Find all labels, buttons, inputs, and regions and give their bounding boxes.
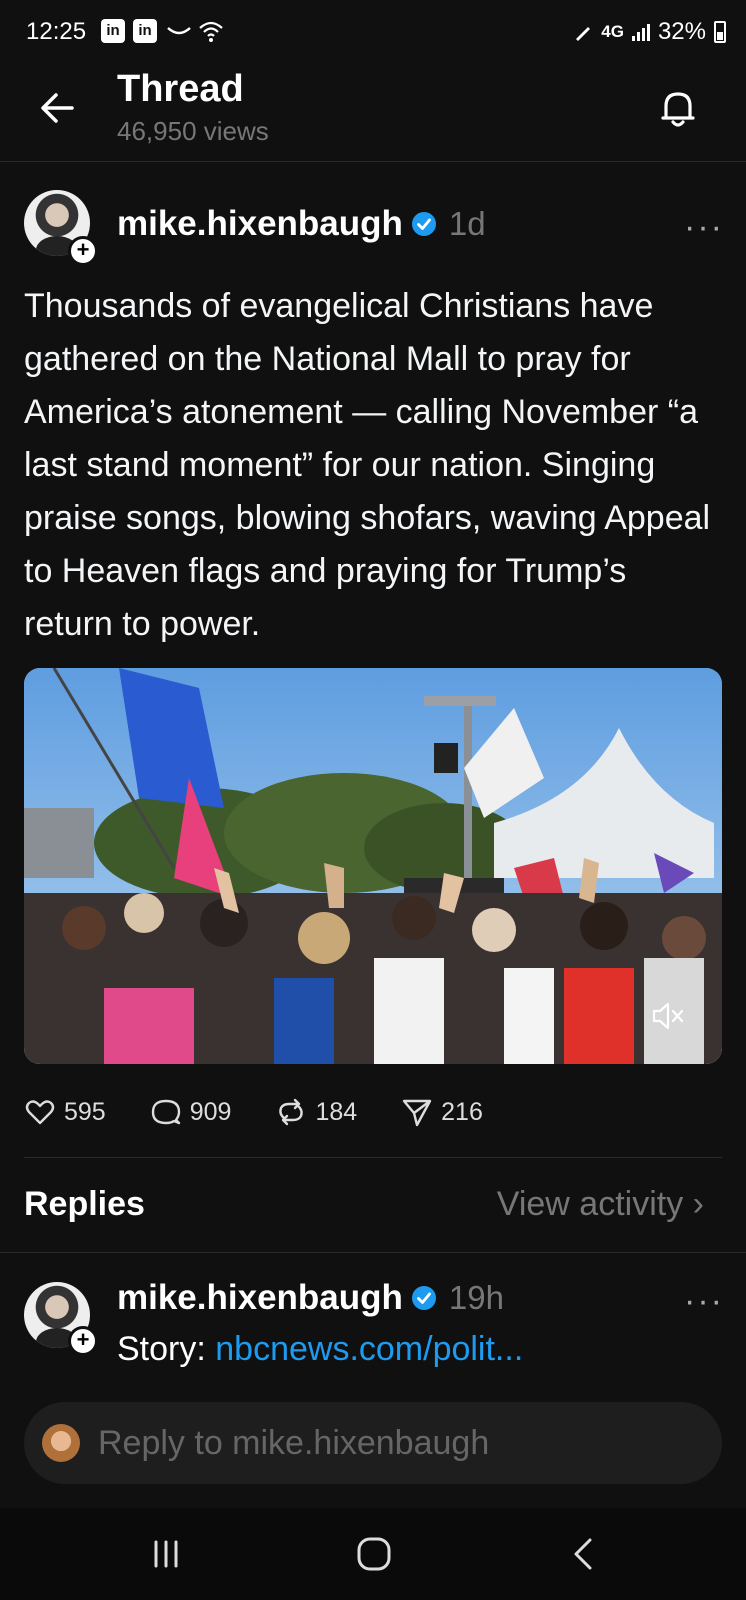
view-activity-link[interactable]: View activity › [497, 1185, 704, 1224]
comment-icon [151, 1099, 180, 1125]
divider [24, 1157, 722, 1158]
post-body: Thousands of evangelical Christians have… [24, 287, 711, 643]
reply-author-name[interactable]: mike.hixenbaugh [117, 1278, 403, 1318]
verified-badge-icon [411, 212, 436, 236]
wifi-icon [199, 21, 223, 42]
repost-button[interactable]: 184 [275, 1096, 357, 1128]
back-nav-icon[interactable] [560, 1530, 608, 1578]
repost-icon [279, 1098, 304, 1126]
reply-input-placeholder[interactable]: Reply to mike.hixenbaugh [98, 1424, 489, 1463]
link-icon [167, 27, 191, 35]
reply-prefix: Story: [117, 1330, 216, 1368]
comment-count: 909 [189, 1097, 232, 1126]
rally-scene-image [24, 668, 722, 1064]
follow-plus-icon[interactable]: + [68, 236, 98, 266]
reply-author[interactable]: mike.hixenbaugh 19h [117, 1278, 504, 1318]
page-title: Thread [117, 68, 244, 110]
follow-plus-icon[interactable]: + [68, 1326, 98, 1356]
linkedin-notification-icon: in [133, 19, 157, 43]
post-video[interactable] [24, 668, 722, 1064]
divider [0, 1252, 746, 1253]
recent-apps-icon[interactable] [142, 1530, 190, 1578]
reply-time: 19h [448, 1279, 504, 1316]
back-arrow-icon[interactable] [36, 86, 80, 130]
muted-speaker-icon[interactable] [648, 996, 688, 1036]
current-user-avatar [42, 1424, 80, 1462]
reply-body: Story: nbcnews.com/polit... [117, 1330, 523, 1369]
post-author[interactable]: mike.hixenbaugh 1d [117, 204, 486, 244]
comment-button[interactable]: 909 [150, 1096, 232, 1128]
system-nav-bar [0, 1508, 746, 1600]
status-bar: 12:25 in in 4G 32% [0, 0, 746, 66]
author-name[interactable]: mike.hixenbaugh [117, 204, 403, 244]
repost-count: 184 [315, 1097, 358, 1126]
battery-icon [714, 21, 726, 43]
post-actions: 595 909 184 216 [24, 1092, 527, 1132]
battery-percent: 32% [657, 18, 706, 45]
replies-heading: Replies [24, 1185, 145, 1223]
share-button[interactable]: 216 [401, 1096, 483, 1128]
story-link[interactable]: nbcnews.com/polit... [215, 1330, 523, 1368]
heart-icon [25, 1100, 55, 1125]
pen-icon [576, 27, 591, 41]
more-options-icon[interactable]: ··· [684, 208, 724, 247]
verified-badge-icon [411, 1286, 436, 1310]
view-count: 46,950 views [117, 116, 269, 146]
post-time: 1d [448, 205, 486, 242]
more-options-icon[interactable]: ··· [684, 1282, 724, 1321]
share-count: 216 [441, 1097, 483, 1126]
thread-header: Thread 46,950 views [0, 66, 746, 162]
reply-composer[interactable]: Reply to mike.hixenbaugh [24, 1402, 722, 1484]
bell-icon[interactable] [654, 84, 702, 132]
status-indicators: 4G 32% [573, 18, 726, 46]
status-time: 12:25 [26, 18, 87, 45]
send-icon [402, 1099, 432, 1127]
like-count: 595 [64, 1097, 106, 1126]
home-icon[interactable] [350, 1530, 398, 1578]
signal-icon [631, 23, 650, 41]
linkedin-notification-icon: in [101, 19, 125, 43]
network-type: 4G [601, 22, 624, 41]
like-button[interactable]: 595 [24, 1096, 106, 1128]
